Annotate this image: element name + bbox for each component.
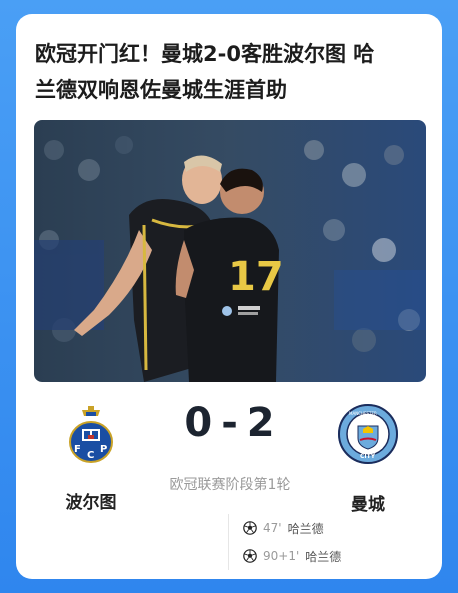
goal-scorer: 哈兰德 [287,521,324,536]
goal-event: 47' 哈兰德 [243,514,341,542]
away-team-name: 曼城 [351,495,385,515]
fc-porto-crest-icon: F C P [66,402,116,468]
goal-scorer: 哈兰德 [305,549,342,564]
svg-text:F: F [74,444,81,455]
home-score: 0 [184,400,214,446]
competition-label: 欧冠联赛阶段第1轮 [169,477,291,493]
jersey-number: 17 [228,254,284,300]
scoreline: 0-2 [155,400,305,446]
goal-event: 90+1' 哈兰德 [243,542,341,570]
match-card[interactable]: 欧冠开门红！曼城2-0客胜波尔图 哈 兰德双响恩佐曼城生涯首助 17 F C P… [16,14,442,579]
title-line-1: 欧冠开门红！曼城2-0客胜波尔图 哈 [35,42,375,66]
soccer-ball-icon [243,549,257,563]
away-team[interactable]: CITY MANCHESTER 曼城 [318,402,418,515]
title-line-2: 兰德双响恩佐曼城生涯首助 [35,78,287,102]
match-photo[interactable]: 17 [34,120,426,382]
svg-text:C: C [87,450,94,461]
goal-minute: 90+1' [263,549,300,563]
home-team[interactable]: F C P 波尔图 [41,402,141,513]
score-separator: - [221,400,239,446]
svg-text:MANCHESTER: MANCHESTER [349,411,377,416]
away-score: 2 [246,400,276,446]
soccer-ball-icon [243,521,257,535]
man-city-crest-icon: CITY MANCHESTER [336,402,400,470]
svg-text:CITY: CITY [360,453,376,460]
goal-minute: 47' [263,521,282,535]
svg-text:P: P [100,444,107,455]
article-title[interactable]: 欧冠开门红！曼城2-0客胜波尔图 哈 兰德双响恩佐曼城生涯首助 [35,36,425,108]
players-photo-image: 17 [34,120,426,382]
goal-events-list: 47' 哈兰德 90+1' 哈兰德 [228,514,341,570]
